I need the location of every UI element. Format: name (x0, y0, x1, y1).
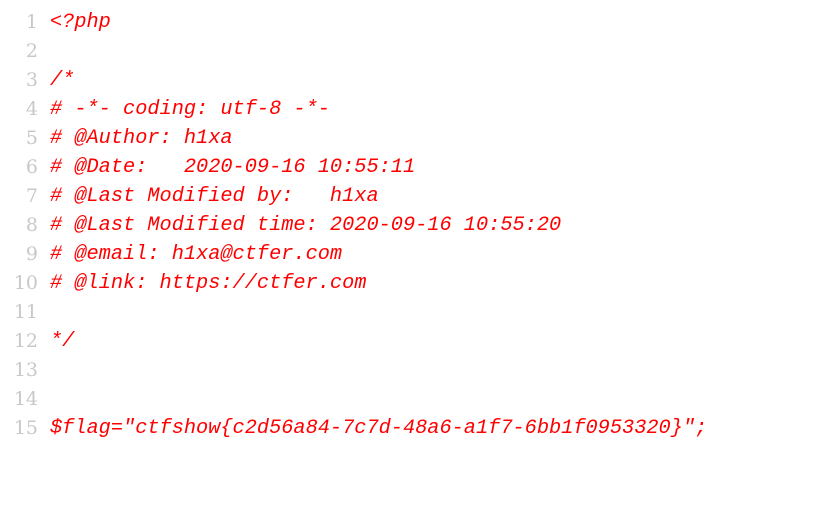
line-number: 12 (13, 330, 38, 352)
line-number: 13 (13, 359, 38, 381)
code-text: # @email: h1xa@ctfer.com (50, 243, 343, 266)
code-line: 6 # @Date: 2020-09-16 10:55:11 (0, 153, 707, 182)
line-number: 5 (25, 127, 38, 149)
code-line: 4 # -*- coding: utf-8 -*- (0, 95, 707, 124)
code-line: 7 # @Last Modified by: h1xa (0, 182, 707, 211)
code-line: 13 (0, 356, 707, 385)
code-text: # @Author: h1xa (50, 127, 233, 150)
code-line: 11 (0, 298, 707, 327)
line-number: 1 (25, 11, 38, 33)
code-text: # @Last Modified time: 2020-09-16 10:55:… (50, 214, 562, 237)
code-line: 14 (0, 385, 707, 414)
code-text: # -*- coding: utf-8 -*- (50, 98, 330, 121)
line-number: 3 (25, 69, 38, 91)
code-line: 5 # @Author: h1xa (0, 124, 707, 153)
code-line: 2 (0, 37, 707, 66)
line-number: 9 (25, 243, 38, 265)
line-number: 14 (13, 388, 38, 410)
code-line: 3 /* (0, 66, 707, 95)
code-editor[interactable]: 1 <?php 2 3 /* 4 # -*- coding: utf-8 -*- 5 # @Au… (0, 8, 707, 443)
code-line: 12 */ (0, 327, 707, 356)
code-text: # @Date: 2020-09-16 10:55:11 (50, 156, 416, 179)
code-text: $flag="ctfshow{c2d56a84-7c7d-48a6-a1f7-6… (50, 417, 708, 440)
code-line: 10 # @link: https://ctfer.com (0, 269, 707, 298)
line-number: 6 (25, 156, 38, 178)
code-text: # @Last Modified by: h1xa (50, 185, 379, 208)
code-line: 8 # @Last Modified time: 2020-09-16 10:55… (0, 211, 707, 240)
code-text: # @link: https://ctfer.com (50, 272, 367, 295)
code-text: <?php (50, 11, 111, 34)
code-line: 9 # @email: h1xa@ctfer.com (0, 240, 707, 269)
line-number: 8 (25, 214, 38, 236)
code-text: */ (50, 330, 75, 353)
line-number: 10 (13, 272, 38, 294)
code-line: 1 <?php (0, 8, 707, 37)
code-line: 15 $flag="ctfshow{c2d56a84-7c7d-48a6-a1f7… (0, 414, 707, 443)
line-number: 15 (13, 417, 38, 439)
line-number: 11 (13, 301, 38, 323)
code-text: /* (50, 69, 75, 92)
line-number: 2 (25, 40, 38, 62)
line-number: 7 (25, 185, 38, 207)
line-number: 4 (25, 98, 38, 120)
